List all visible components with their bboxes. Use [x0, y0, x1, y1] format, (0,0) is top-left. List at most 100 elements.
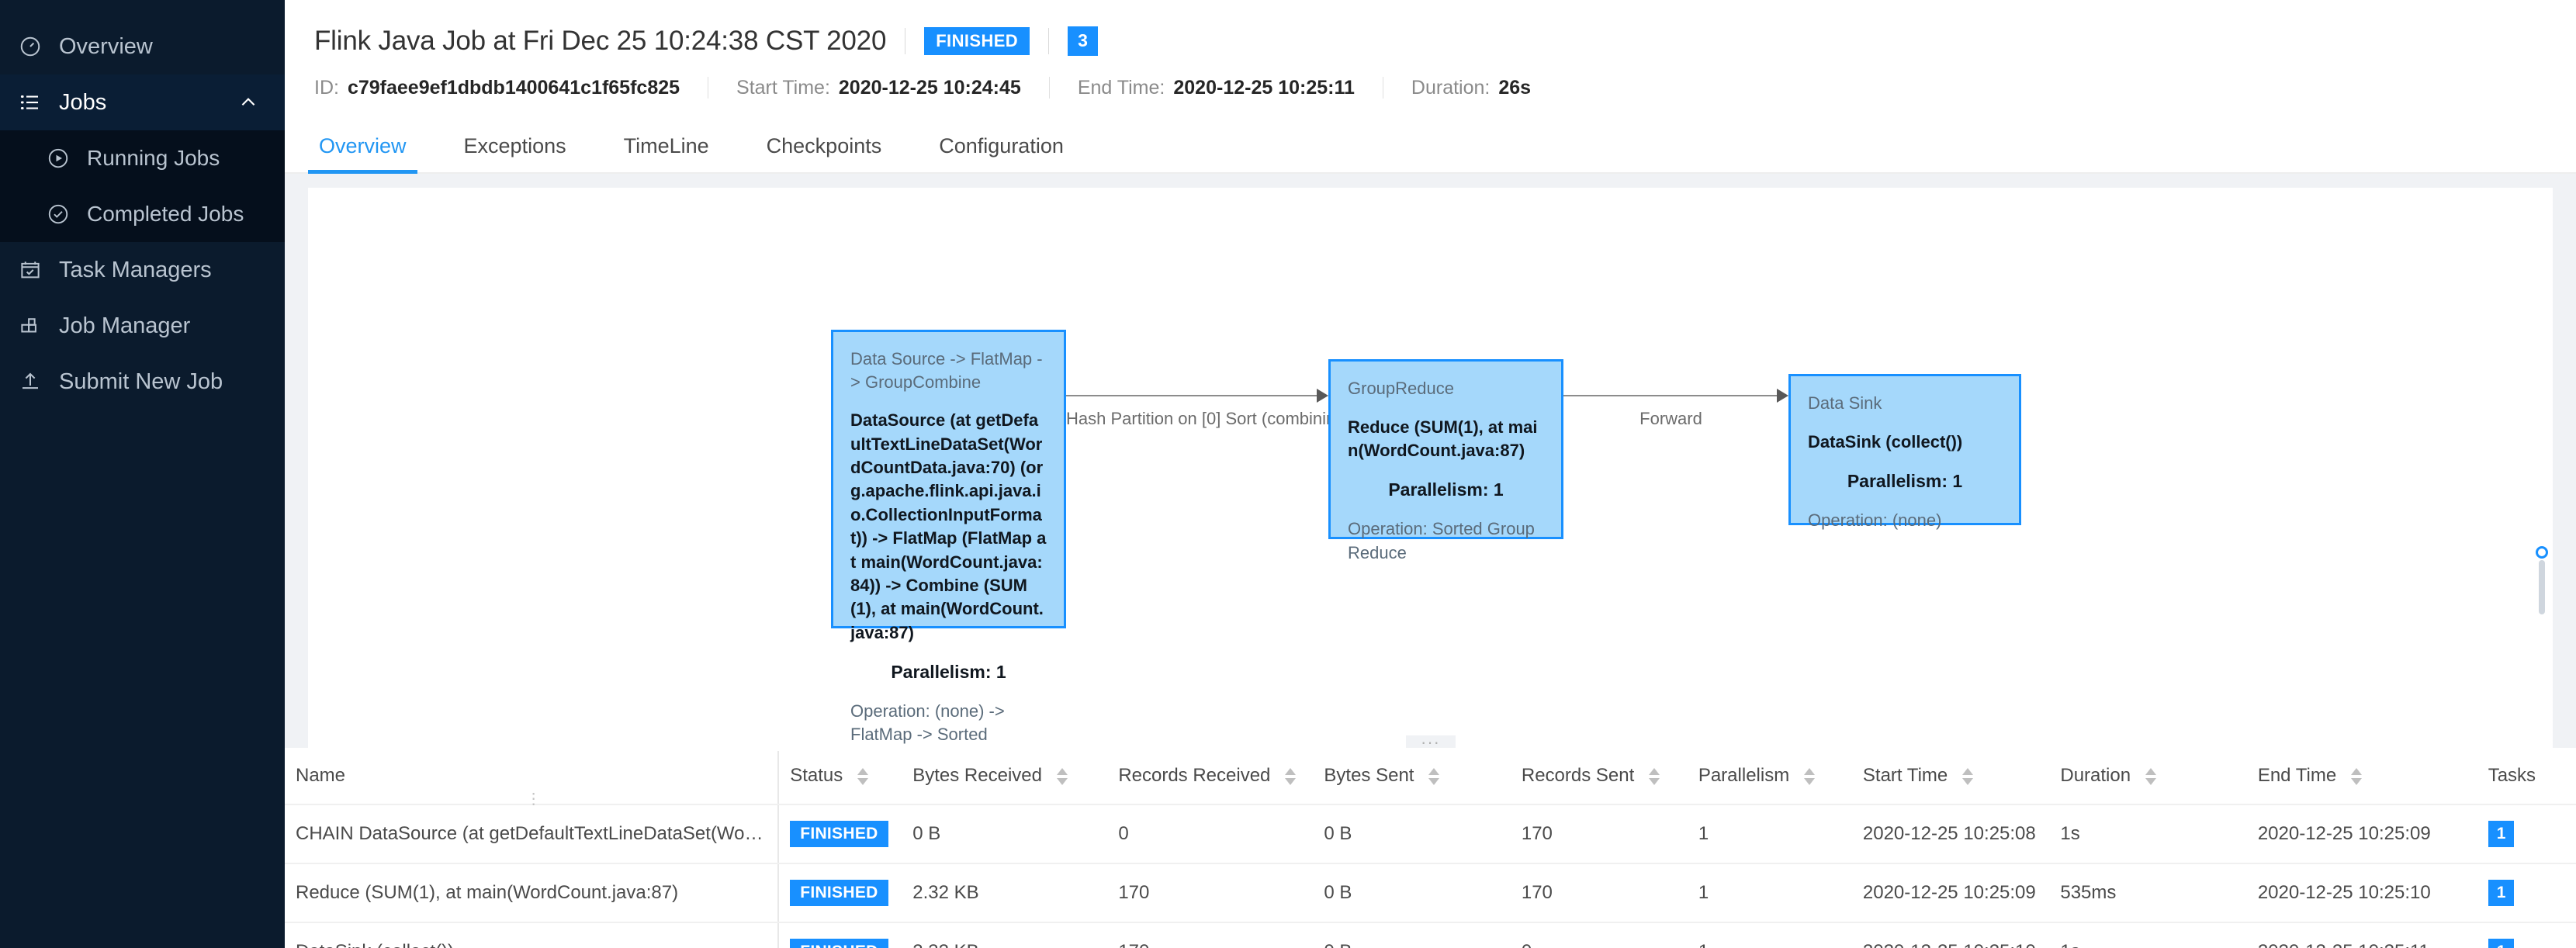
sidebar-item-label: Jobs — [59, 89, 107, 115]
column-header-bytes-received[interactable]: Bytes Received — [902, 748, 1108, 805]
graph-scroll-indicator[interactable] — [2536, 546, 2548, 559]
tab-overview[interactable]: Overview — [308, 134, 417, 174]
cell-start-time: 2020-12-25 10:25:10 — [1851, 922, 2050, 948]
sort-toggle-duration[interactable] — [2145, 767, 2156, 785]
column-header-parallelism[interactable]: Parallelism — [1687, 748, 1852, 805]
column-header-label: End Time — [2257, 765, 2337, 786]
sort-toggle-status[interactable] — [857, 767, 868, 785]
tasks-badge: 1 — [2488, 939, 2515, 948]
graph-node-datasink[interactable]: Data Sink DataSink (collect()) Paralleli… — [1788, 374, 2021, 530]
cell-bytes-received: 2.32 KB — [902, 863, 1108, 923]
column-header-tasks[interactable]: Tasks — [2477, 748, 2576, 805]
cell-records-sent: 0 — [1510, 922, 1688, 948]
cell-tasks: 1 — [2477, 922, 2576, 948]
node-parallelism: Parallelism: 1 — [1847, 471, 1963, 492]
column-header-label: Records Received — [1118, 765, 1271, 786]
job-header: Flink Java Job at Fri Dec 25 10:24:38 CS… — [285, 0, 2576, 112]
cell-status: FINISHED — [778, 863, 902, 923]
column-header-status[interactable]: Status — [778, 748, 902, 805]
cell-duration: 1s — [2049, 922, 2247, 948]
meta-value-duration: 26s — [1498, 76, 1532, 99]
sort-toggle-parallelism[interactable] — [1803, 767, 1815, 785]
node-operation: Operation: (none) -> FlatMap -> Sorted C… — [850, 701, 1005, 751]
sidebar-item-overview[interactable]: Overview — [0, 19, 285, 74]
cell-start-time: 2020-12-25 10:25:08 — [1851, 804, 2050, 864]
status-badge: FINISHED — [790, 880, 888, 906]
column-header-records-sent[interactable]: Records Sent — [1510, 748, 1688, 805]
cell-start-time: 2020-12-25 10:25:09 — [1851, 863, 2050, 923]
cell-tasks: 1 — [2477, 863, 2576, 923]
column-header-name[interactable]: Name ⋮ — [285, 748, 780, 807]
sidebar-item-completed-jobs[interactable]: Completed Jobs — [0, 186, 285, 242]
sidebar-item-submit-new-job[interactable]: Submit New Job — [0, 354, 285, 410]
graph-edge-2-line — [1563, 395, 1778, 396]
play-circle-icon — [45, 145, 71, 171]
column-header-label: Start Time — [1862, 765, 1948, 786]
cell-end-time: 2020-12-25 10:25:10 — [2246, 863, 2477, 923]
meta-value-end-time: 2020-12-25 10:25:11 — [1173, 76, 1355, 99]
sidebar-item-task-managers[interactable]: Task Managers — [0, 242, 285, 298]
job-graph-canvas[interactable]: Data Source -> FlatMap -> GroupCombine D… — [308, 188, 2553, 751]
graph-edge-1-label: Hash Partition on [0] Sort (combining) o… — [1066, 409, 1439, 428]
node-operation: Operation: (none) — [1808, 510, 1942, 531]
sort-toggle-records-sent[interactable] — [1648, 767, 1660, 785]
tasks-badge: 1 — [2488, 880, 2515, 906]
sidebar-item-label: Completed Jobs — [87, 202, 244, 226]
sort-toggle-start-time[interactable] — [1961, 767, 1973, 785]
meta-label-id: ID: — [314, 76, 339, 99]
column-header-bytes-sent[interactable]: Bytes Sent — [1313, 748, 1511, 805]
cell-duration: 1s — [2049, 804, 2247, 864]
job-meta-row: ID: c79faee9ef1dbdb1400641c1f65fc825 Sta… — [314, 64, 2576, 112]
blocks-icon — [17, 313, 43, 339]
upload-icon — [17, 368, 43, 395]
sidebar-item-label: Job Manager — [59, 313, 191, 338]
sort-toggle-bytes-sent[interactable] — [1428, 767, 1440, 785]
sort-toggle-bytes-received[interactable] — [1056, 767, 1068, 785]
node-description: DataSource (at getDefaultTextLineDataSet… — [850, 410, 1047, 642]
table-row[interactable]: DataSink (collect()) FINISHED 2.32 KB 17… — [285, 922, 2576, 948]
meta-label-end-time: End Time: — [1077, 76, 1165, 99]
page-title: Flink Java Job at Fri Dec 25 10:24:38 CS… — [314, 26, 887, 56]
table-row[interactable]: Reduce (SUM(1), at main(WordCount.java:8… — [285, 863, 2576, 923]
table-header-row: Name ⋮ Status Bytes Received Records Rec… — [285, 748, 2576, 807]
chevron-up-icon[interactable] — [238, 92, 258, 112]
tab-timeline[interactable]: TimeLine — [619, 134, 714, 172]
sidebar-item-job-manager[interactable]: Job Manager — [0, 298, 285, 354]
graph-scrollbar-vertical[interactable] — [2539, 560, 2545, 614]
column-resize-grip[interactable]: ⋮ — [526, 791, 542, 835]
cell-status: FINISHED — [778, 804, 902, 864]
main-content: Flink Java Job at Fri Dec 25 10:24:38 CS… — [285, 0, 2576, 948]
vertices-table: Name ⋮ Status Bytes Received Records Rec… — [285, 748, 2576, 948]
cell-parallelism: 1 — [1687, 922, 1852, 948]
check-circle-icon — [45, 201, 71, 227]
sort-toggle-records-received[interactable] — [1285, 767, 1297, 785]
tab-configuration[interactable]: Configuration — [934, 134, 1068, 172]
cell-records-sent: 170 — [1510, 804, 1688, 864]
column-header-label: Bytes Sent — [1324, 765, 1414, 786]
graph-edge-2-arrow — [1777, 389, 1788, 403]
column-header-duration[interactable]: Duration — [2049, 748, 2247, 805]
cell-name[interactable]: Reduce (SUM(1), at main(WordCount.java:8… — [285, 863, 780, 923]
column-header-records-received[interactable]: Records Received — [1107, 748, 1314, 805]
table-row[interactable]: CHAIN DataSource (at getDefaultTextLineD… — [285, 804, 2576, 864]
tab-checkpoints[interactable]: Checkpoints — [762, 134, 887, 172]
column-header-start-time[interactable]: Start Time — [1851, 748, 2050, 805]
status-badge: FINISHED — [924, 26, 1030, 56]
sort-toggle-end-time[interactable] — [2350, 767, 2362, 785]
cell-end-time: 2020-12-25 10:25:11 — [2246, 922, 2477, 948]
sidebar-item-label: Task Managers — [59, 257, 212, 282]
calendar-check-icon — [17, 257, 43, 283]
cell-bytes-sent: 0 B — [1313, 863, 1511, 923]
list-icon — [17, 89, 43, 116]
column-header-label: Bytes Received — [912, 765, 1042, 786]
graph-node-groupreduce[interactable]: GroupReduce Reduce (SUM(1), at main(Word… — [1328, 359, 1563, 562]
cell-name[interactable]: DataSink (collect()) — [285, 922, 780, 948]
sidebar-item-jobs[interactable]: Jobs — [0, 74, 285, 130]
node-type-label: Data Sink — [1808, 393, 1882, 413]
graph-node-datasource[interactable]: Data Source -> FlatMap -> GroupCombine D… — [831, 330, 1066, 751]
task-count-badge: 3 — [1068, 26, 1098, 56]
sidebar-subgroup-jobs: Running Jobs Completed Jobs — [0, 130, 285, 242]
tab-exceptions[interactable]: Exceptions — [459, 134, 571, 172]
sidebar-item-running-jobs[interactable]: Running Jobs — [0, 130, 285, 186]
column-header-end-time[interactable]: End Time — [2246, 748, 2477, 805]
